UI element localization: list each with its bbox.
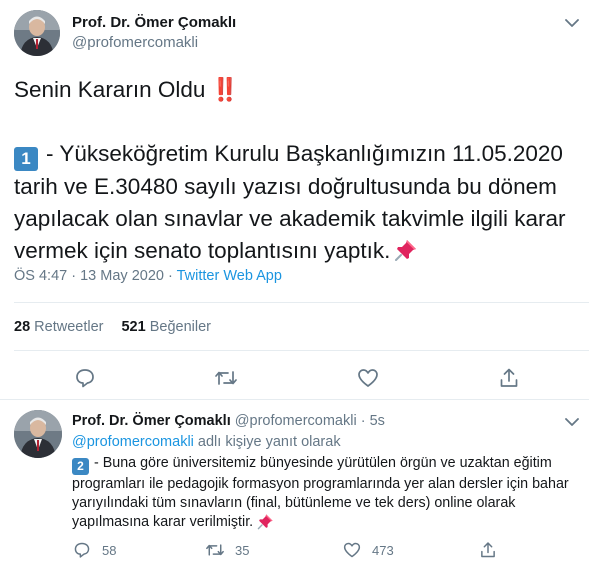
- meta-separator: ·: [167, 268, 173, 284]
- retweet-icon[interactable]: [205, 540, 225, 560]
- reply-text: 2- Buna göre üniversitemiz bünyesinde yü…: [72, 454, 582, 536]
- reply-count: 58: [102, 542, 117, 558]
- tweet-date[interactable]: 13 May 2020: [80, 268, 164, 284]
- chevron-down-icon[interactable]: [562, 412, 582, 432]
- reply-body: - Buna göre üniversitemiz bünyesinde yür…: [72, 455, 569, 530]
- author-name[interactable]: Prof. Dr. Ömer Çomaklı: [72, 413, 231, 429]
- reply-action-reply[interactable]: 58: [72, 540, 116, 560]
- likes-stat[interactable]: 521 Beğeniler: [121, 319, 211, 335]
- reply-action-share[interactable]: [478, 540, 508, 560]
- tweet-stats: 28 Retweetler 521 Beğeniler: [14, 319, 211, 335]
- reply-icon[interactable]: [73, 366, 97, 390]
- retweet-count: 35: [235, 542, 250, 558]
- reply-action-like[interactable]: 473: [342, 540, 394, 560]
- tweet-title-line: Senin Kararın Oldu ‼️: [14, 74, 579, 106]
- share-icon[interactable]: [478, 540, 498, 560]
- pushpin-icon: [394, 238, 418, 271]
- avatar[interactable]: [14, 410, 62, 458]
- chevron-down-icon[interactable]: [562, 13, 582, 33]
- reply-to-suffix: adlı kişiye yanıt olarak: [197, 434, 341, 450]
- reply-time[interactable]: 5s: [370, 413, 385, 429]
- meta-separator: ·: [71, 268, 77, 284]
- tweet-title: Senin Kararın Oldu: [14, 77, 206, 102]
- tweet-time[interactable]: ÖS 4:47: [14, 268, 67, 284]
- tweet-text: Senin Kararın Oldu ‼️ 1- Yükseköğretim Kur…: [14, 74, 579, 271]
- retweets-stat[interactable]: 28 Retweetler: [14, 319, 103, 335]
- divider: [14, 302, 589, 303]
- heart-icon[interactable]: [356, 366, 380, 390]
- author-handle[interactable]: @profomercomakli: [235, 413, 357, 429]
- tweet-source-link[interactable]: Twitter Web App: [177, 268, 282, 284]
- share-icon[interactable]: [497, 366, 521, 390]
- retweet-label: Retweetler: [34, 319, 104, 335]
- replying-to: @profomercomakli adlı kişiye yanıt olara…: [72, 434, 341, 450]
- header-separator: ·: [360, 413, 366, 429]
- heart-icon[interactable]: [342, 540, 362, 560]
- keycap-two-icon: 2: [72, 458, 89, 475]
- tweet-meta: ÖS 4:47 · 13 May 2020 · Twitter Web App: [14, 268, 282, 284]
- like-count: 521: [121, 319, 146, 335]
- double-exclamation-icon: ‼️: [211, 77, 239, 102]
- retweet-icon[interactable]: [214, 366, 238, 390]
- main-tweet: Prof. Dr. Ömer Çomaklı @profomercomakli …: [0, 0, 589, 400]
- author-name[interactable]: Prof. Dr. Ömer Çomaklı: [72, 14, 236, 31]
- reply-icon[interactable]: [72, 540, 92, 560]
- keycap-one-icon: 1: [14, 147, 38, 171]
- retweet-count: 28: [14, 319, 31, 335]
- reply-action-retweet[interactable]: 35: [205, 540, 249, 560]
- like-label: Beğeniler: [149, 319, 211, 335]
- reply-header: Prof. Dr. Ömer Çomaklı @profomercomakli …: [72, 413, 385, 429]
- pushpin-icon: [257, 513, 274, 536]
- reply-mention-link[interactable]: @profomercomakli: [72, 434, 194, 450]
- like-count: 473: [372, 542, 394, 558]
- divider: [14, 350, 589, 351]
- avatar[interactable]: [14, 10, 60, 56]
- author-handle[interactable]: @profomercomakli: [72, 34, 198, 51]
- tweet-body: - Yükseköğretim Kurulu Başkanlığımızın 1…: [14, 141, 566, 263]
